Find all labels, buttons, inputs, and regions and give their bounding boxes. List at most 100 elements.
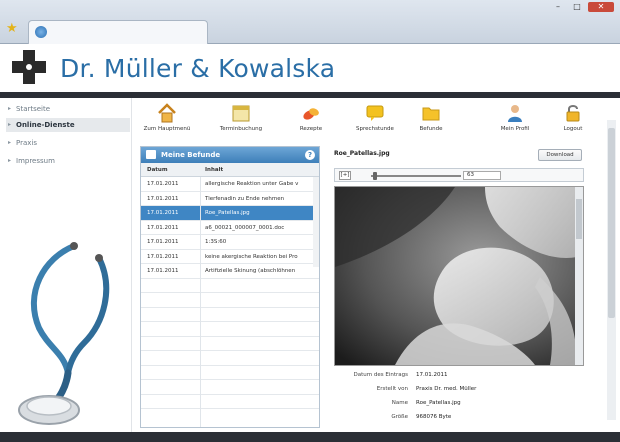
- zoom-in-button[interactable]: [+]: [339, 171, 351, 180]
- lock-icon: [566, 105, 580, 122]
- row-date: 17.01.2011: [147, 210, 179, 216]
- row-content: Artifizielle Skinung (abschlöhnen: [205, 268, 296, 274]
- meta-row-author: Erstellt von Praxis Dr. med. Müller: [328, 386, 590, 396]
- tool-rezepte-label: Rezepte: [299, 126, 323, 132]
- minimize-icon[interactable]: –: [550, 2, 566, 12]
- table-row[interactable]: 17.01.2011 1:3S:60: [141, 235, 319, 250]
- row-date: 17.01.2011: [147, 195, 179, 202]
- sidebar-item-praxis[interactable]: Praxis: [6, 136, 130, 150]
- chat-icon: [366, 105, 384, 121]
- sidebar-item-online-dienste[interactable]: Online-Dienste: [6, 118, 130, 132]
- table-row-empty: [141, 366, 319, 380]
- medical-cross-logo: [12, 50, 46, 84]
- image-scrollbar-thumb[interactable]: [576, 199, 582, 239]
- table-row[interactable]: 17.01.2011 allergische Reaktion unter Gab…: [141, 177, 319, 192]
- table-row-empty: [141, 380, 319, 395]
- meta-row-date: Datum des Eintrags 17.01.2011: [328, 372, 590, 382]
- tool-home-label: Zum Hauptmenü: [143, 126, 191, 132]
- zoom-value-field[interactable]: 63: [463, 171, 501, 180]
- stethoscope-image: [18, 242, 110, 425]
- help-icon[interactable]: ?: [305, 150, 315, 160]
- row-content: a6_00021_000007_0001.doc: [205, 224, 285, 231]
- list-scrollbar[interactable]: [313, 177, 319, 267]
- table-row[interactable]: 17.01.2011 Artifizielle Skinung (abschlöh…: [141, 264, 319, 279]
- download-button[interactable]: Download: [538, 149, 582, 161]
- tool-mein-profil[interactable]: Mein Profil: [484, 100, 546, 142]
- row-date: 17.01.2011: [147, 239, 179, 245]
- row-content: Tierfenadin zu Ende nehmen: [205, 195, 285, 202]
- pills-icon: [303, 108, 319, 120]
- column-separator: [200, 177, 201, 427]
- tool-sprechstunde-label: Sprechstunde: [356, 126, 394, 132]
- bottom-bar: [0, 432, 620, 442]
- page-scrollbar[interactable]: [607, 120, 616, 420]
- table-row-empty: [141, 293, 319, 308]
- sidebar-item-impressum[interactable]: Impressum: [6, 154, 130, 168]
- table-row[interactable]: 17.01.2011 a6_00021_000007_0001.doc: [141, 221, 319, 235]
- xray-image-frame: [334, 186, 584, 366]
- row-date: 17.01.2011: [147, 253, 179, 260]
- row-date: 17.01.2011: [147, 224, 179, 231]
- row-content: 1:3S:60: [205, 239, 227, 245]
- tool-befunde[interactable]: Befunde: [400, 100, 462, 142]
- meta-label: Name: [391, 400, 408, 406]
- tool-rezepte[interactable]: Rezepte: [280, 100, 342, 142]
- close-icon[interactable]: ✕: [588, 2, 614, 12]
- home-icon: [158, 103, 176, 123]
- tool-sprechstunde[interactable]: Sprechstunde: [344, 100, 406, 142]
- table-row-empty: [141, 322, 319, 337]
- befunde-panel-title: Meine Befunde: [161, 151, 221, 159]
- browser-tab[interactable]: [28, 20, 208, 44]
- column-header-inhalt[interactable]: Inhalt: [205, 163, 223, 177]
- row-content: Roe_Patellas.jpg: [205, 210, 250, 216]
- tool-logout-label: Logout: [563, 126, 583, 132]
- page-scrollbar-thumb[interactable]: [608, 128, 615, 318]
- tool-logout[interactable]: Logout: [542, 100, 604, 142]
- sidebar-item-startseite[interactable]: Startseite: [6, 102, 130, 116]
- tool-terminbuchung-label: Terminbuchung: [219, 126, 263, 132]
- meta-value: 968076 Byte: [416, 414, 452, 420]
- site-header: Dr. Müller & Kowalska: [0, 44, 620, 92]
- column-header-datum[interactable]: Datum: [147, 163, 168, 177]
- browser-chrome: – □ ✕ ★: [0, 0, 620, 44]
- viewer-filename: Roe_Patellas.jpg: [334, 150, 390, 157]
- table-row-empty: [141, 337, 319, 351]
- toolbar: Zum Hauptmenü Terminbuchung Rezepte Spre…: [136, 98, 612, 142]
- befunde-panel: Meine Befunde ? Datum Inhalt 17.01.2011 a…: [140, 146, 320, 428]
- tool-home[interactable]: Zum Hauptmenü: [136, 100, 198, 142]
- meta-row-name: Name Roe_Patellas.jpg: [328, 400, 590, 410]
- meta-label: Datum des Eintrags: [353, 372, 408, 378]
- meta-row-size: Größe 968076 Byte: [328, 414, 590, 424]
- befunde-panel-header: Meine Befunde ?: [141, 147, 319, 163]
- meta-label: Größe: [391, 414, 408, 420]
- favicon-icon: [35, 26, 47, 38]
- maximize-icon[interactable]: □: [569, 2, 585, 12]
- sidebar: Startseite Online-Dienste Praxis Impress…: [0, 98, 132, 432]
- meta-value: Roe_Patellas.jpg: [416, 400, 461, 406]
- meta-value: 17.01.2011: [416, 372, 448, 378]
- favorites-star-icon[interactable]: ★: [6, 22, 20, 36]
- table-row-empty: [141, 279, 319, 293]
- table-row-empty: [141, 308, 319, 322]
- table-row-empty: [141, 395, 319, 409]
- tool-mein-profil-label: Mein Profil: [500, 126, 530, 132]
- zoom-slider-handle[interactable]: [373, 172, 377, 180]
- row-content: keine akergische Reaktion bei Pro: [205, 253, 298, 260]
- folder-icon: [146, 150, 156, 159]
- table-row-empty: [141, 351, 319, 366]
- knee-xray-image: [335, 187, 577, 365]
- table-row-selected[interactable]: 17.01.2011 Roe_Patellas.jpg: [141, 206, 319, 221]
- window-controls: – □ ✕: [550, 2, 614, 12]
- calendar-icon: [232, 105, 250, 122]
- tool-terminbuchung[interactable]: Terminbuchung: [210, 100, 272, 142]
- user-icon: [508, 105, 522, 122]
- row-date: 17.01.2011: [147, 181, 179, 187]
- zoom-slider-track[interactable]: [371, 175, 461, 177]
- meta-value: Praxis Dr. med. Müller: [416, 386, 477, 392]
- site-title: Dr. Müller & Kowalska: [60, 54, 336, 83]
- image-scrollbar[interactable]: [575, 187, 583, 365]
- befunde-column-header: Datum Inhalt: [141, 163, 319, 177]
- table-row[interactable]: 17.01.2011 keine akergische Reaktion bei …: [141, 250, 319, 264]
- table-row[interactable]: 17.01.2011 Tierfenadin zu Ende nehmen: [141, 192, 319, 206]
- folder-icon: [422, 107, 440, 121]
